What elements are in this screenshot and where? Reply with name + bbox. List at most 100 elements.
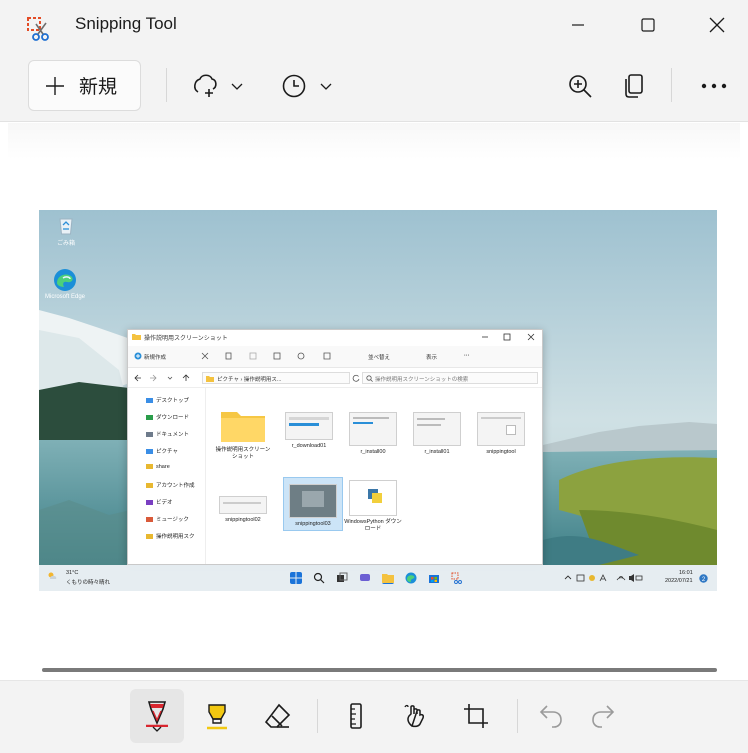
eraser-icon	[264, 703, 291, 728]
system-tray-icons[interactable]	[563, 573, 643, 583]
explorer-more-button[interactable]: ···	[464, 353, 470, 359]
minimize-button[interactable]	[543, 0, 613, 50]
undo-icon	[539, 705, 562, 728]
snip-mode-dropdown[interactable]	[186, 66, 248, 106]
nav-item-screenshots[interactable]: 操作説明用スク	[146, 532, 195, 540]
nav-item-documents[interactable]: ドキュメント	[146, 430, 189, 438]
nav-item-music[interactable]: ミュージック	[146, 515, 189, 523]
file-item[interactable]: r_download01	[280, 412, 338, 450]
search-icon	[366, 375, 373, 382]
downloads-folder-icon	[146, 415, 153, 420]
ruler-button[interactable]	[329, 689, 383, 743]
markup-toolbar	[0, 680, 748, 753]
desktop-folder-icon	[146, 398, 153, 403]
window-title: Snipping Tool	[75, 14, 177, 33]
close-button[interactable]	[682, 0, 748, 50]
file-item[interactable]: 操作説明用スクリーンショット	[214, 408, 272, 461]
videos-folder-icon	[146, 500, 153, 505]
desktop-icon-label: ごみ箱	[56, 241, 75, 247]
nav-item-desktop[interactable]: デスクトップ	[146, 396, 189, 404]
copy-button[interactable]	[616, 66, 652, 106]
chat-icon[interactable]	[359, 572, 371, 584]
title-bar: Snipping Tool	[0, 0, 748, 52]
edge-icon[interactable]	[405, 572, 417, 584]
captured-taskbar: 31°C くもりの時々晴れ 16:01 2022/07/21 2	[39, 565, 717, 591]
desktop-icon-label: Microsoft Edge	[45, 294, 86, 300]
captured-screenshot[interactable]: ごみ箱 Microsoft Edge 操作説明用スクリーンショット 新規作成 並…	[39, 210, 717, 591]
nav-item-account[interactable]: アカウント作成	[146, 481, 195, 489]
toolbar-divider	[166, 68, 167, 102]
file-item[interactable]: snippingtool02	[214, 496, 272, 524]
image-thumbnail	[349, 412, 397, 446]
desktop-icon-recycle-bin[interactable]: ごみ箱	[55, 214, 77, 247]
ruler-icon	[350, 703, 362, 729]
maximize-button[interactable]	[613, 0, 683, 50]
folder-icon	[146, 483, 153, 488]
explorer-navigation-pane: デスクトップ ダウンロード ドキュメント ピクチャ share アカウント作成 …	[128, 388, 206, 564]
task-view-icon[interactable]	[336, 572, 348, 584]
horizontal-scrollbar[interactable]	[42, 668, 717, 672]
explorer-edit-icons[interactable]	[200, 351, 340, 361]
plus-icon	[46, 76, 64, 95]
redo-button[interactable]	[576, 689, 630, 743]
search-icon[interactable]	[313, 572, 325, 584]
file-name: snippingtool03	[295, 521, 331, 527]
file-item[interactable]: r_install00	[344, 412, 402, 456]
new-snip-button[interactable]: 新規	[28, 60, 141, 111]
weather-temperature: 31°C	[66, 570, 79, 576]
nav-item-videos[interactable]: ビデオ	[146, 498, 173, 506]
explorer-title: 操作説明用スクリーンショット	[144, 336, 228, 342]
explorer-window-controls[interactable]	[480, 333, 540, 341]
zoom-button[interactable]	[562, 66, 598, 106]
taskbar-time: 16:01	[679, 570, 693, 576]
explorer-new-button[interactable]: 新規作成	[144, 353, 166, 361]
image-thumbnail	[477, 412, 525, 446]
crop-button[interactable]	[449, 689, 503, 743]
explorer-search-placeholder: 操作説明用スクリーンショットの検索	[375, 377, 469, 383]
file-name: snippingtool02	[225, 517, 261, 523]
nav-item-downloads[interactable]: ダウンロード	[146, 413, 189, 421]
file-item[interactable]: r_install01	[408, 412, 466, 456]
toolbar-divider	[317, 699, 318, 733]
snipping-tool-app-icon	[26, 16, 52, 42]
more-options-button[interactable]	[694, 66, 734, 106]
notification-badge-icon[interactable]: 2	[699, 574, 708, 583]
explorer-command-bar: 新規作成 並べ替え 表示 ···	[128, 346, 542, 368]
file-explorer-window[interactable]: 操作説明用スクリーンショット 新規作成 並べ替え 表示 ··· ピクチャ › 操…	[127, 329, 543, 565]
store-icon[interactable]	[428, 572, 440, 584]
crop-icon	[464, 704, 488, 728]
timer-icon	[282, 74, 306, 98]
eraser-button[interactable]	[250, 689, 304, 743]
file-item[interactable]: snippingtool	[472, 412, 530, 456]
canvas-shadow	[8, 123, 740, 159]
image-thumbnail	[289, 484, 337, 518]
desktop-icon-edge[interactable]: Microsoft Edge	[45, 268, 85, 300]
file-item-selected[interactable]: snippingtool03	[283, 477, 343, 531]
copy-icon	[625, 74, 643, 98]
pictures-folder-icon	[146, 449, 153, 454]
chevron-down-icon	[231, 83, 243, 90]
delay-dropdown[interactable]	[276, 66, 338, 106]
nav-item-pictures[interactable]: ピクチャ	[146, 447, 178, 455]
more-icon	[701, 83, 727, 89]
refresh-icon[interactable]	[352, 374, 360, 382]
start-icon[interactable]	[290, 572, 302, 584]
touch-writing-button[interactable]	[389, 689, 443, 743]
explorer-sort-button[interactable]: 並べ替え	[368, 353, 390, 361]
highlighter-icon	[207, 704, 227, 730]
snipping-tool-taskbar-icon[interactable]	[451, 572, 463, 584]
explorer-view-button[interactable]: 表示	[426, 353, 437, 361]
undo-button[interactable]	[524, 689, 578, 743]
nav-item-share[interactable]: share	[146, 464, 170, 470]
highlighter-button[interactable]	[190, 689, 244, 743]
weather-icon	[48, 572, 57, 579]
file-name: r_install01	[424, 449, 450, 455]
snip-canvas[interactable]: ごみ箱 Microsoft Edge 操作説明用スクリーンショット 新規作成 並…	[0, 123, 748, 680]
explorer-nav-arrows[interactable]	[134, 374, 196, 382]
new-item-icon	[134, 352, 142, 360]
explorer-search-box[interactable]: 操作説明用スクリーンショットの検索	[362, 372, 538, 384]
file-explorer-taskbar-icon[interactable]	[382, 572, 394, 584]
file-item[interactable]: WindowsPython ダウンロード	[344, 480, 402, 533]
ballpoint-pen-button[interactable]	[130, 689, 184, 743]
explorer-address-bar[interactable]: ピクチャ › 操作説明用ス...	[202, 372, 350, 384]
